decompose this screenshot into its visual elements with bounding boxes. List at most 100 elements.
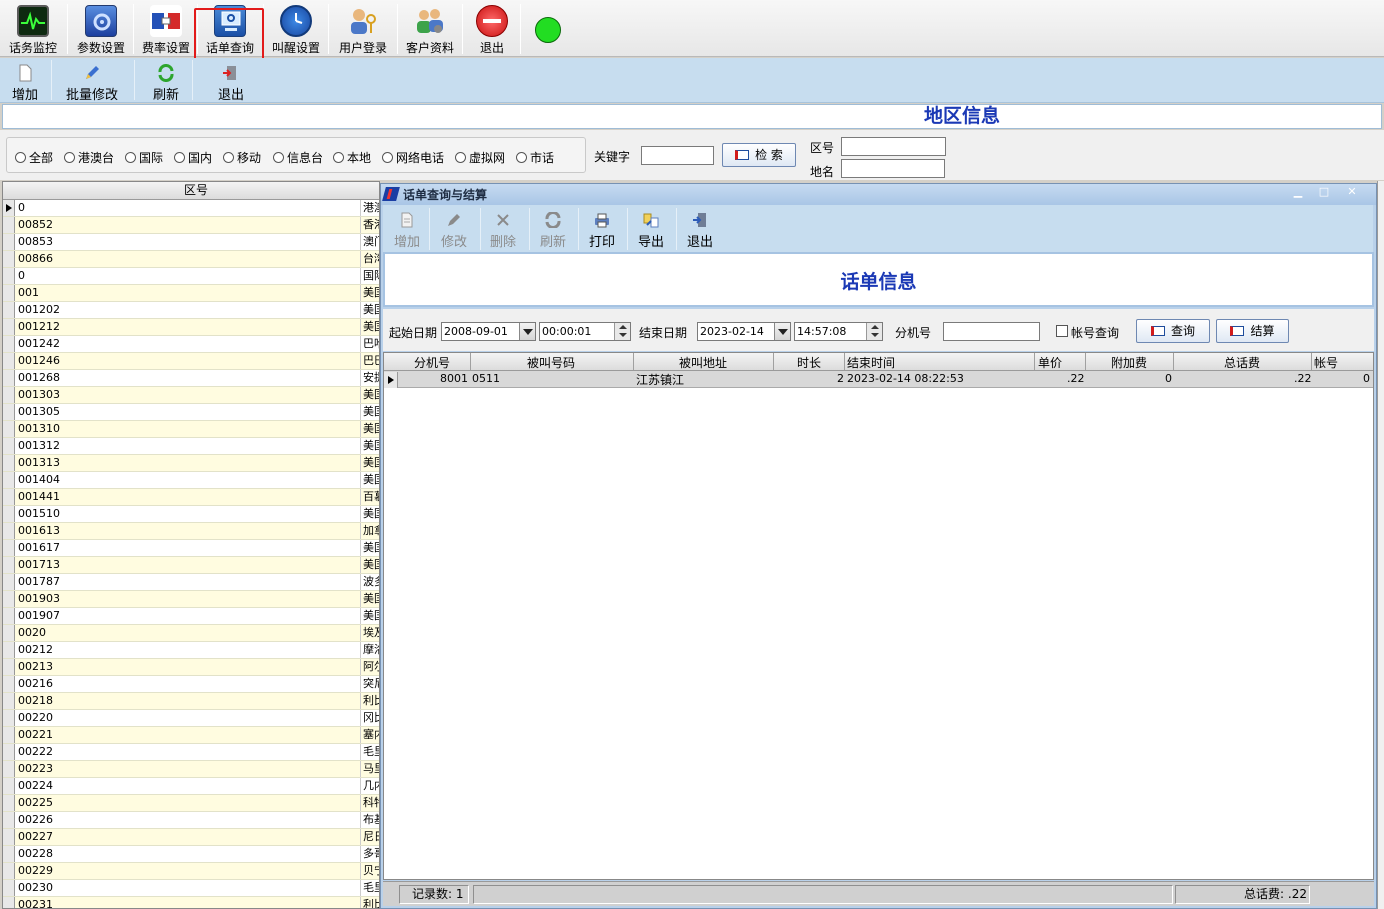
table-row[interactable]: 0 港澳 [3,200,379,217]
radio-city-call[interactable]: 市话 [516,149,554,166]
close-icon[interactable]: ✕ [1341,185,1363,199]
radio-all[interactable]: 全部 [15,149,53,166]
area-code-grid[interactable]: 区号 0港澳00852香港00853澳门00866台湾0国际001美国00120… [2,181,380,909]
table-row[interactable]: 001510 美国 [3,506,379,523]
col-called-number[interactable]: 被叫号码 [527,354,575,371]
toolbar-exit-button[interactable]: 退出 [465,2,519,55]
bill-exit-button[interactable]: 退出 [682,207,718,251]
table-row[interactable]: 00227 尼日 [3,829,379,846]
query-button[interactable]: 查询 [1136,319,1210,343]
table-row[interactable]: 001305 美国 [3,404,379,421]
toolbar-customers-button[interactable]: 客户资料 [400,2,460,55]
table-row[interactable]: 001787 波多 [3,574,379,591]
table-row[interactable]: 001312 美国 [3,438,379,455]
table-row[interactable]: 001903 美国 [3,591,379,608]
table-row[interactable]: 0 国际 [3,268,379,285]
table-row[interactable]: 00225 科特 [3,795,379,812]
table-row[interactable]: 001212 美国 [3,319,379,336]
table-row[interactable]: 001242 巴哈 [3,336,379,353]
table-row[interactable]: 8001 0511 江苏镇江 2 2023-02-14 08:22:53 .22… [384,371,1373,388]
radio-virtual-network[interactable]: 虚拟网 [455,149,505,166]
end-time-spinner[interactable]: 14:57:08 [794,322,883,341]
table-row[interactable]: 00216 突尼 [3,676,379,693]
region-add-button[interactable]: 增加 [4,60,46,103]
col-surcharge[interactable]: 附加费 [1111,354,1147,371]
bill-export-button[interactable]: 导出 [633,207,669,251]
toolbar-rate-button[interactable]: 费率设置 [136,2,196,55]
bill-edit-button[interactable]: 修改 [436,207,472,251]
col-unit-price[interactable]: 单价 [1038,354,1062,371]
end-date-picker[interactable]: 2023-02-14 [697,322,791,341]
radio-hk-macau-tw[interactable]: 港澳台 [64,149,114,166]
table-row[interactable]: 00223 马里 [3,761,379,778]
table-row[interactable]: 00228 多哥 [3,846,379,863]
radio-voip[interactable]: 网络电话 [382,149,444,166]
table-row[interactable]: 001613 加拿 [3,523,379,540]
maximize-icon[interactable]: □ [1313,185,1335,199]
start-time-spinner[interactable]: 00:00:01 [539,322,631,341]
table-row[interactable]: 001907 美国 [3,608,379,625]
radio-domestic[interactable]: 国内 [174,149,212,166]
region-refresh-button[interactable]: 刷新 [142,60,190,103]
table-row[interactable]: 00212 摩洛 [3,642,379,659]
table-row[interactable]: 00222 毛里 [3,744,379,761]
spin-arrows-icon[interactable] [614,323,630,340]
table-row[interactable]: 00218 利比 [3,693,379,710]
bill-refresh-button[interactable]: 刷新 [535,207,571,251]
settle-button[interactable]: 结算 [1216,319,1289,343]
table-row[interactable]: 00229 贝宁 [3,863,379,880]
table-row[interactable]: 001404 美国 [3,472,379,489]
table-row[interactable]: 00213 阿尔 [3,659,379,676]
table-row[interactable]: 00224 几内 [3,778,379,795]
account-query-checkbox[interactable] [1056,325,1068,337]
toolbar-traffic-monitor-button[interactable]: 话务监控 [2,2,64,55]
table-row[interactable]: 00226 布基 [3,812,379,829]
spin-arrows-icon[interactable] [866,323,882,340]
start-date-picker[interactable]: 2008-09-01 [441,322,536,341]
extension-input[interactable] [943,322,1040,341]
toolbar-bill-query-button[interactable]: 话单查询 [200,2,260,55]
table-row[interactable]: 001 美国 [3,285,379,302]
bill-add-button[interactable]: 增加 [389,207,425,251]
dialog-title-bar[interactable]: 话单查询与结算 ▁ □ ✕ [381,184,1376,205]
table-row[interactable]: 001713 美国 [3,557,379,574]
col-account[interactable]: 帐号 [1314,354,1338,371]
table-row[interactable]: 001303 美国 [3,387,379,404]
table-row[interactable]: 001310 美国 [3,421,379,438]
table-row[interactable]: 001617 美国 [3,540,379,557]
table-row[interactable]: 001268 安提 [3,370,379,387]
bill-grid[interactable]: 分机号 被叫号码 被叫地址 时长 结束时间 单价 附加费 总话费 帐号 8001… [383,352,1374,880]
col-total-fee[interactable]: 总话费 [1224,354,1260,371]
dropdown-arrow-icon[interactable] [774,323,790,340]
radio-international[interactable]: 国际 [125,149,163,166]
toolbar-params-button[interactable]: 参数设置 [70,2,132,55]
table-row[interactable]: 001246 巴巴 [3,353,379,370]
dropdown-arrow-icon[interactable] [519,323,535,340]
col-end-time[interactable]: 结束时间 [847,354,895,371]
area-name-input[interactable] [841,159,945,178]
toolbar-user-login-button[interactable]: 用户登录 [331,2,395,55]
table-row[interactable]: 00853 澳门 [3,234,379,251]
table-row[interactable]: 00221 塞内 [3,727,379,744]
search-button[interactable]: 检 索 [722,143,796,167]
col-called-address[interactable]: 被叫地址 [679,354,727,371]
area-code-column-header[interactable]: 区号 [3,182,379,200]
keyword-input[interactable] [641,146,714,165]
region-batch-edit-button[interactable]: 批量修改 [56,60,128,103]
table-row[interactable]: 00231 利比 [3,897,379,908]
table-row[interactable]: 00866 台湾 [3,251,379,268]
table-row[interactable]: 001202 美国 [3,302,379,319]
col-duration[interactable]: 时长 [797,354,821,371]
table-row[interactable]: 001313 美国 [3,455,379,472]
bill-delete-button[interactable]: 删除 [485,207,521,251]
table-row[interactable]: 00852 香港 [3,217,379,234]
region-exit-button[interactable]: 退出 [210,60,252,103]
radio-local[interactable]: 本地 [333,149,371,166]
minimize-icon[interactable]: ▁ [1287,185,1309,199]
table-row[interactable]: 00220 冈比 [3,710,379,727]
table-row[interactable]: 00230 毛里 [3,880,379,897]
area-code-input[interactable] [841,137,946,156]
bill-print-button[interactable]: 打印 [584,207,620,251]
table-row[interactable]: 001441 百慕 [3,489,379,506]
toolbar-wakeup-button[interactable]: 叫醒设置 [266,2,326,55]
